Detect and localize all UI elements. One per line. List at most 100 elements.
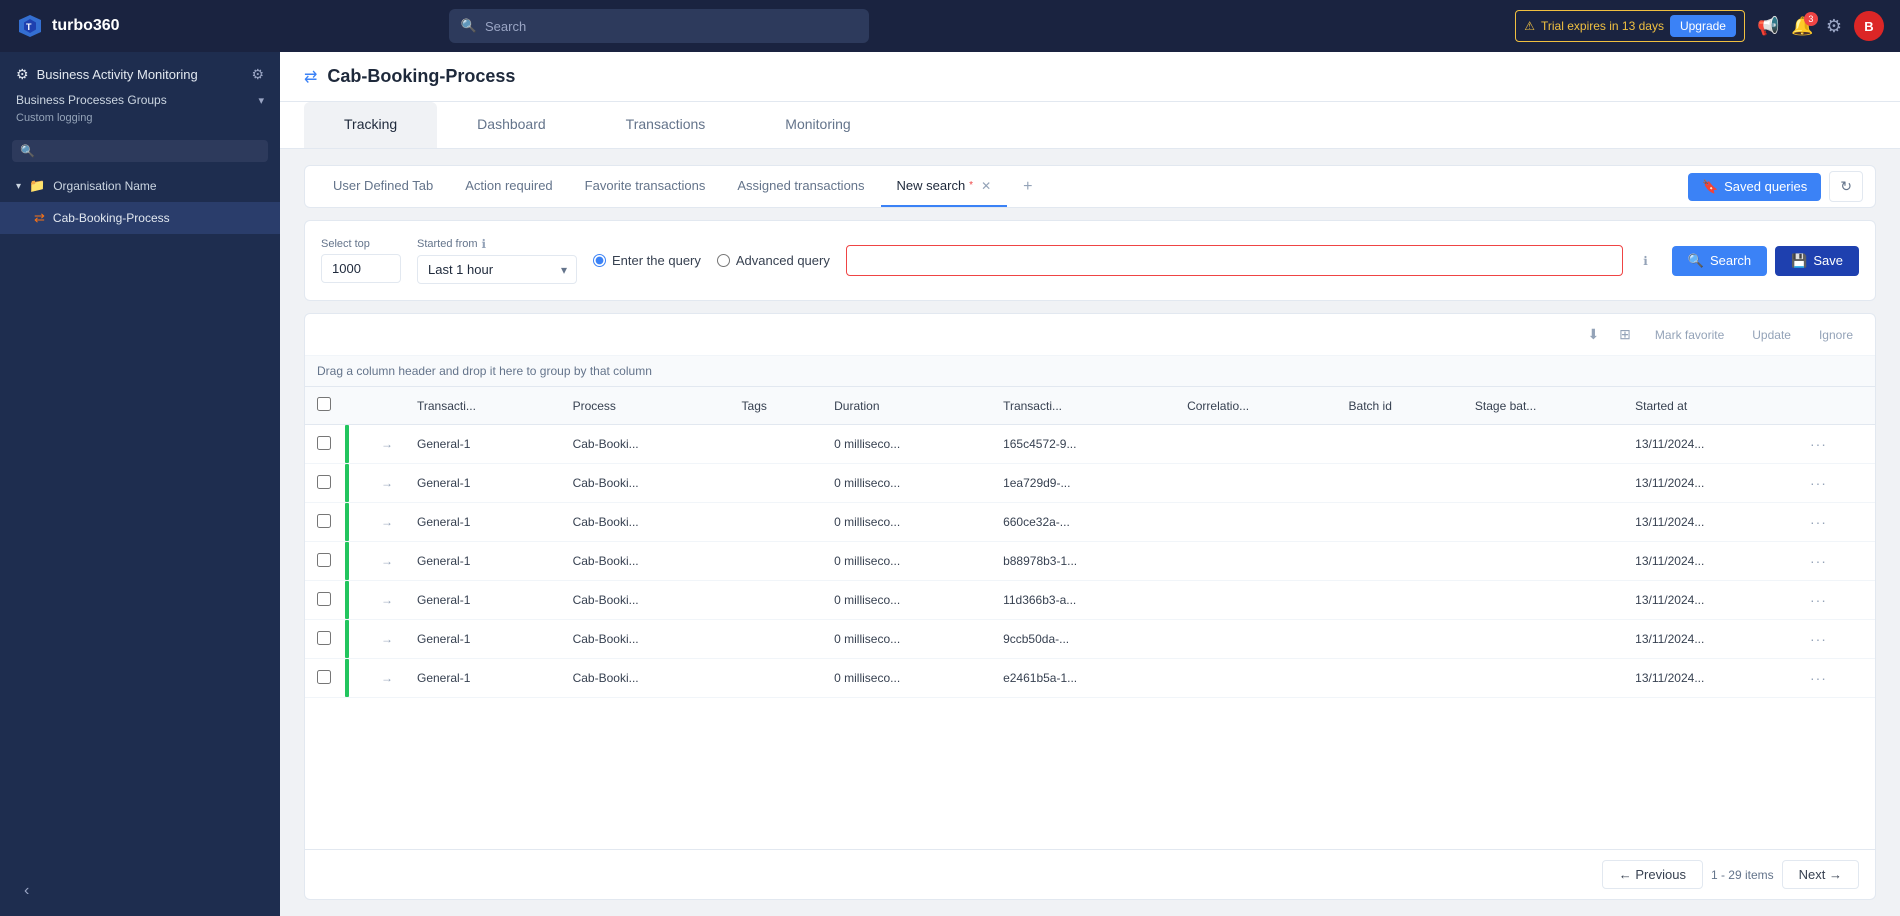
row-more-button[interactable]: ··· [1810, 592, 1827, 608]
col-arrow [369, 387, 405, 425]
row-more-options-cell[interactable]: ··· [1798, 542, 1875, 581]
query-tab-action-required[interactable]: Action required [449, 166, 568, 207]
mark-favorite-button[interactable]: Mark favorite [1645, 324, 1734, 346]
tab-transactions[interactable]: Transactions [586, 102, 746, 148]
col-transaction[interactable]: Transacti... [405, 387, 561, 425]
query-tab-new-search[interactable]: New search * ✕ [881, 166, 1008, 207]
row-arrow-cell[interactable]: → [369, 464, 405, 503]
tab-tracking[interactable]: Tracking [304, 102, 437, 148]
page-title: Cab-Booking-Process [327, 66, 515, 87]
row-checkbox[interactable] [317, 631, 331, 645]
saved-queries-label: Saved queries [1724, 179, 1807, 194]
row-arrow-cell[interactable]: → [369, 542, 405, 581]
notifications-button[interactable]: 🔔 3 [1791, 16, 1813, 37]
update-button[interactable]: Update [1742, 324, 1801, 346]
close-tab-icon[interactable]: ✕ [981, 179, 991, 193]
col-correlation[interactable]: Correlatio... [1175, 387, 1336, 425]
row-checkbox[interactable] [317, 592, 331, 606]
sidebar-collapse-button[interactable]: ‹ [16, 878, 37, 904]
upgrade-button[interactable]: Upgrade [1670, 15, 1736, 37]
sidebar-bam-header[interactable]: ⚙ Business Activity Monitoring ⚙ [0, 52, 280, 87]
page-header-icon: ⇄ [304, 67, 317, 87]
row-checkbox[interactable] [317, 514, 331, 528]
row-checkbox[interactable] [317, 670, 331, 684]
query-info-icon[interactable]: ℹ [1643, 254, 1648, 268]
row-more-button[interactable]: ··· [1810, 514, 1827, 530]
row-checkbox-cell[interactable] [305, 659, 345, 698]
download-button[interactable]: ⬇ [1581, 322, 1605, 347]
query-input[interactable] [846, 245, 1623, 276]
row-more-options-cell[interactable]: ··· [1798, 659, 1875, 698]
row-more-options-cell[interactable]: ··· [1798, 620, 1875, 659]
row-checkbox[interactable] [317, 436, 331, 450]
sidebar-item-cab-booking[interactable]: ⇄ Cab-Booking-Process [0, 202, 280, 234]
row-more-button[interactable]: ··· [1810, 436, 1827, 452]
row-process: Cab-Booki... [561, 464, 730, 503]
row-checkbox-cell[interactable] [305, 464, 345, 503]
col-stage-batch[interactable]: Stage bat... [1463, 387, 1623, 425]
row-batch-id [1337, 659, 1463, 698]
saved-queries-button[interactable]: 🔖 Saved queries [1688, 173, 1821, 201]
select-all-checkbox[interactable] [317, 397, 331, 411]
col-process[interactable]: Process [561, 387, 730, 425]
col-started-at[interactable]: Started at [1623, 387, 1798, 425]
table-body: → General-1 Cab-Booki... 0 milliseco... … [305, 425, 1875, 698]
previous-button[interactable]: ← Previous [1602, 860, 1703, 889]
refresh-button[interactable]: ↻ [1829, 171, 1863, 202]
enter-query-radio[interactable]: Enter the query [593, 253, 701, 268]
table-row: → General-1 Cab-Booki... 0 milliseco... … [305, 581, 1875, 620]
query-tab-user-defined[interactable]: User Defined Tab [317, 166, 449, 207]
started-from-select[interactable]: Last 1 hour Last 6 hours Last 24 hours L… [417, 255, 577, 284]
row-checkbox[interactable] [317, 553, 331, 567]
row-more-options-cell[interactable]: ··· [1798, 464, 1875, 503]
add-tab-button[interactable]: + [1011, 170, 1044, 204]
row-more-button[interactable]: ··· [1810, 670, 1827, 686]
settings-button[interactable]: ⚙ [1826, 16, 1842, 37]
row-more-options-cell[interactable]: ··· [1798, 425, 1875, 464]
query-tab-favorite[interactable]: Favorite transactions [569, 166, 722, 207]
col-duration[interactable]: Duration [822, 387, 991, 425]
row-checkbox-cell[interactable] [305, 425, 345, 464]
org-item[interactable]: ▾ 📁 Organisation Name [0, 170, 280, 202]
grid-view-button[interactable]: ⊞ [1613, 322, 1637, 347]
settings-icon[interactable]: ⚙ [251, 66, 264, 83]
col-tags[interactable]: Tags [730, 387, 823, 425]
main-content: ⇄ Cab-Booking-Process Tracking Dashboard… [280, 52, 1900, 916]
megaphone-button[interactable]: 📢 [1757, 16, 1779, 37]
row-arrow-cell[interactable]: → [369, 503, 405, 542]
next-button[interactable]: Next → [1782, 860, 1859, 889]
row-arrow-cell[interactable]: → [369, 620, 405, 659]
sidebar-search-input[interactable] [41, 144, 260, 158]
advanced-query-radio[interactable]: Advanced query [717, 253, 830, 268]
col-batch-id[interactable]: Batch id [1337, 387, 1463, 425]
row-more-button[interactable]: ··· [1810, 553, 1827, 569]
row-more-options-cell[interactable]: ··· [1798, 503, 1875, 542]
row-arrow-cell[interactable]: → [369, 581, 405, 620]
user-avatar[interactable]: B [1854, 11, 1884, 41]
enter-query-radio-input[interactable] [593, 254, 606, 267]
advanced-query-radio-input[interactable] [717, 254, 730, 267]
select-top-input[interactable] [321, 254, 401, 283]
tab-dashboard[interactable]: Dashboard [437, 102, 586, 148]
row-duration: 0 milliseco... [822, 464, 991, 503]
ignore-button[interactable]: Ignore [1809, 324, 1863, 346]
query-tab-assigned[interactable]: Assigned transactions [721, 166, 880, 207]
row-arrow-cell[interactable]: → [369, 425, 405, 464]
row-checkbox-cell[interactable] [305, 542, 345, 581]
row-more-button[interactable]: ··· [1810, 631, 1827, 647]
row-checkbox[interactable] [317, 475, 331, 489]
row-checkbox-cell[interactable] [305, 620, 345, 659]
row-more-options-cell[interactable]: ··· [1798, 581, 1875, 620]
sidebar-group-row[interactable]: Business Processes Groups ▾ [0, 87, 280, 109]
row-arrow-cell[interactable]: → [369, 659, 405, 698]
col-transaction-id[interactable]: Transacti... [991, 387, 1175, 425]
search-button[interactable]: 🔍 Search [1672, 246, 1767, 276]
tab-monitoring[interactable]: Monitoring [745, 102, 890, 148]
row-checkbox-cell[interactable] [305, 581, 345, 620]
global-search-bar[interactable]: 🔍 Search [449, 9, 869, 43]
started-from-info-icon[interactable]: ℹ [482, 237, 487, 251]
save-button[interactable]: 💾 Save [1775, 246, 1859, 276]
sidebar-search-inner[interactable]: 🔍 [12, 140, 268, 162]
row-checkbox-cell[interactable] [305, 503, 345, 542]
row-more-button[interactable]: ··· [1810, 475, 1827, 491]
